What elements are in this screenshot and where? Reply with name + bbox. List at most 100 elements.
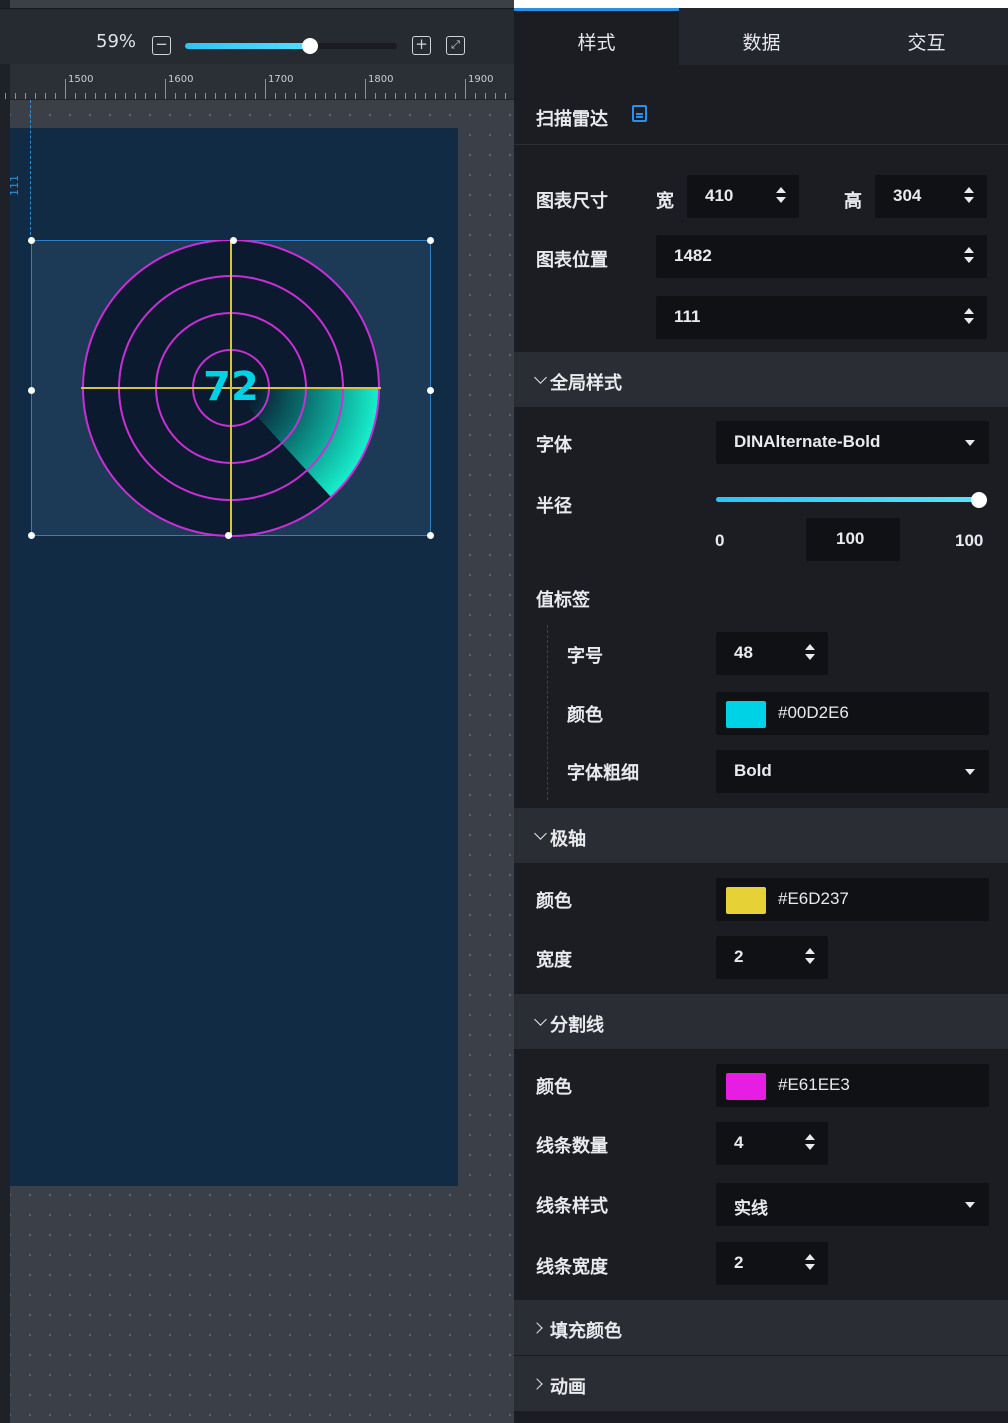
stepper-icon[interactable] [804,1132,816,1154]
ruler-minor-tick [225,93,226,99]
position-x-input[interactable]: 1482 [656,235,987,278]
zoom-slider-handle[interactable] [302,38,318,54]
scan-radar-chart[interactable]: 72 [31,240,431,537]
tab-style[interactable]: 样式 [514,8,679,65]
position-y-input[interactable]: 111 [656,296,987,339]
line-width-input[interactable]: 2 [716,1242,828,1285]
section-fill-color-label: 填充颜色 [550,1321,622,1342]
stepper-icon[interactable] [775,185,787,207]
radius-slider-handle[interactable] [971,492,987,508]
radius-input[interactable]: 100 [806,518,900,561]
ruler-minor-tick [285,93,286,99]
height-input[interactable]: 304 [875,175,987,218]
ruler-minor-tick [75,93,76,99]
ruler-minor-tick [435,93,436,99]
line-style-select[interactable]: 实线 [716,1183,989,1226]
tab-data[interactable]: 数据 [679,8,844,65]
ruler-minor-tick [65,93,66,99]
axis-width-label: 宽度 [536,950,572,971]
tab-interaction[interactable]: 交互 [844,8,1008,65]
radius-slider[interactable] [716,497,980,502]
line-style-value: 实线 [734,1199,768,1218]
zoom-out-icon[interactable]: − [152,36,171,55]
section-split-line-label: 分割线 [550,1015,604,1036]
ruler-label: 1800 [368,74,394,85]
zoom-level-label: 59% [96,31,137,52]
font-size-label: 字号 [567,646,603,667]
ruler-minor-tick [415,93,416,99]
ruler-minor-tick [265,93,266,99]
resize-handle-se[interactable] [427,532,434,539]
value-label-heading: 值标签 [536,590,590,611]
resize-handle-sw[interactable] [28,532,35,539]
ruler-minor-tick [365,93,366,99]
font-weight-select[interactable]: Bold [716,750,989,793]
ruler-minor-tick [425,93,426,99]
resize-handle-ne[interactable] [427,237,434,244]
stepper-icon[interactable] [804,642,816,664]
resize-handle-n[interactable] [230,237,237,244]
line-count-label: 线条数量 [536,1136,608,1157]
ruler-minor-tick [325,93,326,99]
resize-handle-e[interactable] [427,387,434,394]
horizontal-ruler: 1500 1600 1700 1800 1900 [5,64,514,100]
split-color-picker[interactable]: #E61EE3 [716,1064,989,1107]
component-title: 扫描雷达 [536,109,608,130]
ruler-minor-tick [35,93,36,99]
ruler-minor-tick [155,93,156,99]
font-label: 字体 [536,435,572,456]
position-y-value: 111 [674,307,701,326]
fit-screen-icon[interactable]: ⤢ [446,36,465,55]
height-value: 304 [893,186,922,205]
radius-min-label: 0 [715,531,725,550]
axis-color-swatch[interactable] [726,887,766,914]
property-panel: 样式 数据 交互 扫描雷达 图表尺寸 宽 410 高 304 图表位置 1482… [514,8,1008,1423]
ruler-minor-tick [115,93,116,99]
stepper-icon[interactable] [963,306,975,328]
ruler-minor-tick [135,93,136,99]
font-value: DINAlternate-Bold [734,432,881,451]
section-split-line[interactable]: 分割线 [514,994,1008,1049]
font-select[interactable]: DINAlternate-Bold [716,421,989,464]
stepper-icon[interactable] [963,185,975,207]
ruler-minor-tick [485,93,486,99]
ruler-label: 1600 [168,74,194,85]
axis-width-input[interactable]: 2 [716,936,828,979]
section-global-style[interactable]: 全局样式 [514,352,1008,407]
section-fill-color[interactable]: 填充颜色 [514,1300,1008,1355]
font-weight-value: Bold [734,761,772,780]
resize-handle-nw[interactable] [28,237,35,244]
ruler-minor-tick [45,93,46,99]
zoom-in-icon[interactable]: + [412,36,431,55]
chevron-right-icon [531,1378,543,1390]
axis-color-picker[interactable]: #E6D237 [716,878,989,921]
zoom-slider[interactable] [185,43,397,49]
ruler-minor-tick [445,93,446,99]
ruler-minor-tick [215,93,216,99]
component-header: 扫描雷达 [514,65,1008,145]
stepper-icon[interactable] [963,245,975,267]
font-size-input[interactable]: 48 [716,632,828,675]
resize-handle-s[interactable] [225,532,232,539]
position-guide-line [30,100,31,240]
ruler-minor-tick [255,93,256,99]
resize-handle-w[interactable] [28,387,35,394]
section-polar-axis-label: 极轴 [550,829,586,850]
width-label: 宽 [656,191,674,212]
line-count-value: 4 [734,1133,744,1152]
line-count-input[interactable]: 4 [716,1122,828,1165]
width-input[interactable]: 410 [687,175,799,218]
stepper-icon[interactable] [804,946,816,968]
section-polar-axis[interactable]: 极轴 [514,808,1008,863]
split-color-swatch[interactable] [726,1073,766,1100]
ruler-minor-tick [5,93,6,99]
document-icon[interactable] [632,105,647,122]
value-color-swatch[interactable] [726,701,766,728]
subgroup-divider [547,625,548,800]
stepper-icon[interactable] [804,1252,816,1274]
value-color-hex: #00D2E6 [778,703,849,722]
zoom-toolbar: 59% − + ⤢ [0,8,514,64]
value-color-picker[interactable]: #00D2E6 [716,692,989,735]
section-animation[interactable]: 动画 [514,1356,1008,1411]
ruler-minor-tick [145,93,146,99]
